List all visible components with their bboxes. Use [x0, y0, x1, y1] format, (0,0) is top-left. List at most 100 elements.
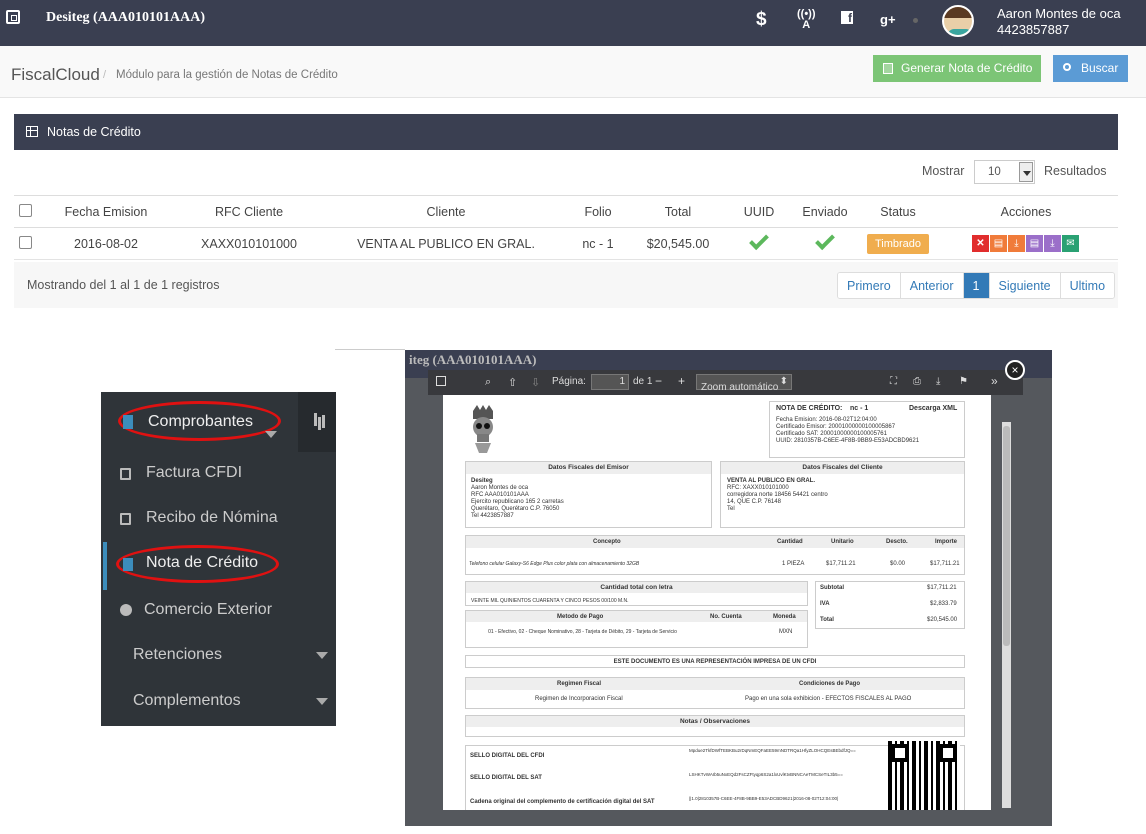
cell-enviado	[788, 227, 862, 260]
column-cliente[interactable]: Cliente	[322, 195, 570, 228]
emisor-line: Tel 4423857887	[471, 513, 514, 519]
emisor-line: RFC AAA010101AAA	[471, 492, 529, 498]
breadcrumb-module: Módulo para la gestión de Notas de Crédi…	[116, 69, 338, 81]
page-previous[interactable]: Anterior	[900, 273, 964, 298]
qr-finder	[939, 744, 957, 762]
scrollbar[interactable]	[1002, 422, 1011, 808]
company-title: Desiteg (AAA010101AAA)	[46, 10, 206, 25]
zoom-select[interactable]: Zoom automático ⬍	[696, 374, 792, 393]
caret-down-icon	[265, 431, 277, 438]
concept-cell: $0.00	[890, 561, 906, 567]
column-rfc[interactable]: RFC Cliente	[176, 195, 322, 228]
sidebar-item-comercio[interactable]: Comercio Exterior	[101, 591, 298, 631]
scrollbar-thumb[interactable]	[1003, 426, 1010, 646]
accessibility-icon[interactable]: ((•)) A	[797, 9, 816, 31]
status-badge: Timbrado	[866, 233, 930, 254]
sello-sat-label: SELLO DIGITAL DEL SAT	[470, 775, 542, 781]
download-pdf-icon[interactable]: ⤓	[1008, 235, 1025, 252]
sidebar-item-factura[interactable]: Factura CFDI	[101, 454, 298, 494]
download-xml-link[interactable]: Descarga XML	[909, 405, 957, 412]
document-icon	[883, 63, 893, 74]
sidebar-item-label: Retenciones	[133, 646, 222, 663]
globe-icon	[120, 604, 132, 616]
concept-cell: $17,711.21	[826, 561, 856, 567]
subtotal-value: $17,711.21	[927, 585, 957, 591]
chevron-down-icon: ⬍	[779, 376, 788, 387]
sidebar-toggle-icon[interactable]	[436, 376, 446, 386]
sidebar-item-nomina[interactable]: Recibo de Nómina	[101, 499, 298, 539]
page-first[interactable]: Primero	[838, 273, 901, 298]
breadcrumb-app[interactable]: FiscalCloud	[11, 65, 100, 85]
emisor-line: Ejercito republicano 165 2 carretas	[471, 499, 564, 505]
document-icon	[123, 415, 133, 429]
sidebar-item-complementos[interactable]: Complementos	[101, 682, 336, 722]
page-last[interactable]: Ultimo	[1060, 273, 1115, 298]
pdf-icon[interactable]: ▤	[990, 235, 1007, 252]
google-plus-icon[interactable]: g+	[880, 12, 896, 27]
close-button[interactable]: ×	[1005, 360, 1025, 380]
cadena-text: ||1.0|2810357B-C6EE-4F8B-9BB9-E53ADCBD96…	[689, 796, 839, 801]
page-next[interactable]: Siguiente	[989, 273, 1061, 298]
panel-title: Notas de Crédito	[47, 125, 141, 139]
sidebar-chart-tab[interactable]	[298, 392, 336, 452]
delete-icon[interactable]: ✕	[972, 235, 989, 252]
column-uuid[interactable]: UUID	[730, 195, 788, 228]
print-icon[interactable]: ⎙	[913, 376, 921, 387]
zoom-in-icon[interactable]: +	[678, 374, 685, 388]
dollar-icon[interactable]: $	[756, 9, 767, 31]
more-tools-icon[interactable]: »	[991, 374, 998, 388]
table-header-row: Fecha Emision RFC Cliente Cliente Folio …	[14, 195, 1118, 228]
fullscreen-icon[interactable]: ⛶	[890, 376, 897, 387]
results-label: Resultados	[1044, 164, 1107, 178]
xml-icon[interactable]: ▤	[1026, 235, 1043, 252]
condiciones-value: Pago en una sola exhibicion - EFECTOS FI…	[745, 696, 912, 702]
page-length-select[interactable]: 10	[974, 160, 1035, 184]
bookmark-icon[interactable]: ⚑	[959, 376, 968, 387]
concept-header: Unitario	[831, 539, 854, 545]
arrow-up-icon[interactable]: ⇧	[508, 376, 517, 389]
logo-skull-icon	[473, 405, 493, 453]
zoom-out-icon[interactable]: −	[655, 374, 662, 388]
uuid: UUID: 2810357B-C6EE-4F8B-9BB9-E53ADCBD96…	[776, 438, 920, 444]
pago-header	[466, 611, 807, 622]
pago-header-cell: Metodo de Pago	[557, 614, 604, 620]
download-xml-icon[interactable]: ⤓	[1044, 235, 1061, 252]
qr-code	[888, 741, 960, 810]
expand-icon[interactable]	[6, 10, 20, 24]
certificado-emisor: Certificado Emisor: 20001000000100005867	[776, 424, 896, 430]
concept-cell: $17,711.21	[930, 561, 960, 567]
column-fecha[interactable]: Fecha Emision	[36, 195, 176, 228]
facebook-icon[interactable]: f	[841, 11, 853, 25]
sidebar-item-nota-credito[interactable]: Nota de Crédito	[101, 544, 298, 584]
column-total[interactable]: Total	[626, 195, 730, 228]
sello-cfdi-text: Mpdue2TkfDWfTEBKBu2rDqNmEQFaEE59mNDTRQa1…	[689, 748, 856, 753]
pdf-toolbar: ⌕ ⇧ ⇩ Página: 1 de 1 − + Zoom automático…	[428, 370, 1023, 395]
search-icon[interactable]: ⌕	[485, 376, 491, 389]
cell-folio: nc - 1	[570, 227, 626, 260]
user-menu[interactable]: Aaron Montes de oca 4423857887	[997, 6, 1121, 38]
row-checkbox[interactable]	[19, 235, 32, 249]
table-info: Mostrando del 1 al 1 de 1 registros	[27, 278, 220, 292]
chevron-down-icon[interactable]	[1019, 162, 1033, 182]
search-button[interactable]: Buscar	[1053, 55, 1128, 82]
sidebar-item-retenciones[interactable]: Retenciones	[101, 636, 336, 676]
iva-value: $2,833.79	[930, 601, 957, 607]
avatar[interactable]	[942, 5, 974, 37]
zoom-value: Zoom automático	[701, 382, 779, 393]
row-select-cell	[14, 227, 36, 260]
pdf-page: NOTA DE CRÉDITO: nc - 1 Descarga XML Fec…	[443, 395, 991, 810]
arrow-down-icon[interactable]: ⇩	[531, 376, 540, 389]
page-1[interactable]: 1	[963, 273, 990, 298]
column-status[interactable]: Status	[862, 195, 934, 228]
length-control: Mostrar 10 Resultados	[14, 150, 1118, 194]
sidebar-item-comprobantes[interactable]: Comprobantes	[101, 403, 298, 443]
select-all-checkbox[interactable]	[19, 203, 32, 217]
column-folio[interactable]: Folio	[570, 195, 626, 228]
email-icon[interactable]: ✉	[1062, 235, 1079, 252]
page-number-input[interactable]: 1	[591, 374, 629, 390]
download-icon[interactable]: ⤓	[936, 376, 940, 387]
generate-credit-note-button[interactable]: Generar Nota de Crédito	[873, 55, 1041, 82]
id-card-icon	[120, 513, 131, 525]
column-enviado[interactable]: Enviado	[788, 195, 862, 228]
cliente-line: 14, QUE C.P. 76148	[727, 499, 781, 505]
